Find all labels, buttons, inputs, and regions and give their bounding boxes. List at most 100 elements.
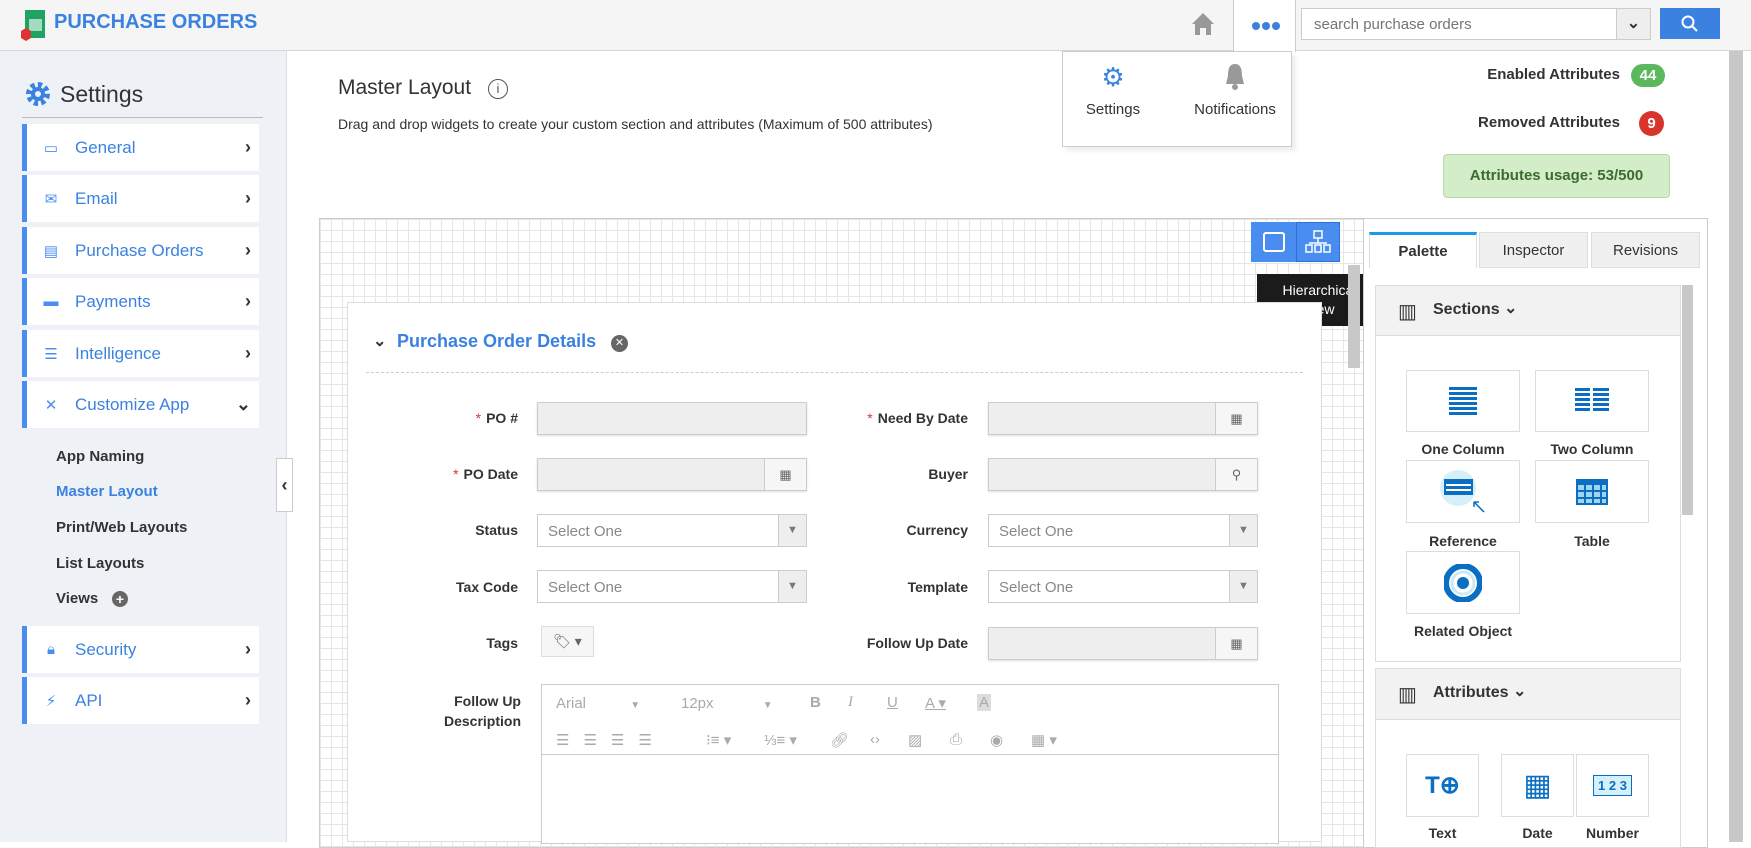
remove-section-icon[interactable]: ✕ bbox=[611, 335, 628, 352]
chevron-down-icon[interactable]: ⌄ bbox=[373, 331, 386, 351]
field-label-status: Status bbox=[475, 522, 518, 538]
enabled-attributes-label: Enabled Attributes bbox=[1487, 66, 1620, 83]
tile-related-object[interactable] bbox=[1406, 551, 1520, 614]
popover-notifications[interactable]: Notifications bbox=[1185, 62, 1285, 118]
tile-date[interactable]: ▦ bbox=[1501, 754, 1574, 817]
font-color-icon[interactable]: A ▾ bbox=[925, 694, 946, 712]
preview-icon[interactable]: ◉ bbox=[990, 731, 1003, 749]
calendar-icon: ▦ bbox=[1523, 769, 1552, 802]
sidebar-item-label: Customize App bbox=[75, 394, 190, 414]
template-select[interactable]: Select One ▼ bbox=[988, 570, 1258, 603]
attributes-header[interactable]: ▥ Attributes ⌄ bbox=[1375, 668, 1681, 720]
search-icon[interactable]: ⚲ bbox=[1215, 459, 1257, 490]
sections-header[interactable]: ▥ Sections ⌄ bbox=[1375, 285, 1681, 336]
chevron-right-icon: › bbox=[245, 343, 251, 363]
popover-settings[interactable]: ⚙ Settings bbox=[1073, 62, 1153, 118]
po-number-input[interactable] bbox=[537, 402, 807, 435]
collapse-sidebar-button[interactable]: ‹ bbox=[276, 458, 293, 512]
tag-icon: 🏷︎ bbox=[553, 633, 571, 649]
bold-icon[interactable]: B bbox=[810, 694, 821, 711]
hierarchy-icon bbox=[1305, 230, 1331, 253]
two-column-icon bbox=[1575, 388, 1609, 411]
tile-table[interactable] bbox=[1535, 460, 1649, 523]
align-icons[interactable]: ☰☰☰☰ bbox=[556, 731, 666, 749]
buyer-input[interactable]: ⚲ bbox=[988, 458, 1258, 491]
sidebar-item-email[interactable]: ✉ Email › bbox=[22, 175, 259, 222]
calendar-icon[interactable]: ▦ bbox=[1215, 403, 1257, 434]
chevron-down-icon: ⌄ bbox=[1626, 15, 1641, 32]
search-scope-dropdown[interactable]: ⌄ bbox=[1616, 8, 1651, 40]
bullet-list-icon[interactable]: ⁝≡ ▾ bbox=[706, 731, 731, 749]
chevron-left-icon: ‹ bbox=[281, 475, 288, 495]
need-by-date-input[interactable]: ▦ bbox=[988, 402, 1258, 435]
chevron-right-icon: › bbox=[245, 639, 251, 659]
tile-one-column[interactable] bbox=[1406, 370, 1520, 432]
numbered-list-icon[interactable]: ⅓≡ ▾ bbox=[764, 731, 797, 749]
currency-select[interactable]: Select One ▼ bbox=[988, 514, 1258, 547]
field-label-need-by-date: * Need By Date bbox=[867, 410, 968, 426]
caret-down-icon: ▼ bbox=[778, 515, 806, 546]
removed-count-badge: 9 bbox=[1639, 111, 1664, 136]
highlight-color-icon[interactable]: A bbox=[977, 694, 992, 711]
page-scrollbar[interactable] bbox=[1729, 51, 1743, 842]
sidebar-item-purchase-orders[interactable]: ▤ Purchase Orders › bbox=[22, 227, 259, 274]
sidebar-subitem-views[interactable]: Views bbox=[56, 590, 98, 607]
sidebar-item-security[interactable]: 🔒︎ Security › bbox=[22, 626, 259, 673]
status-select[interactable]: Select One ▼ bbox=[537, 514, 807, 547]
palette-scrollbar[interactable] bbox=[1682, 285, 1693, 515]
sidebar-subitem-print-web-layouts[interactable]: Print/Web Layouts bbox=[56, 519, 187, 536]
desktop-view-button[interactable] bbox=[1251, 222, 1296, 262]
tile-two-column[interactable] bbox=[1535, 370, 1649, 432]
tile-text[interactable]: T⊕ bbox=[1406, 754, 1479, 817]
more-menu-popover: ⚙ Settings Notifications bbox=[1062, 51, 1292, 147]
italic-icon[interactable]: I bbox=[848, 694, 853, 711]
ellipsis-icon bbox=[1252, 22, 1280, 30]
tab-revisions[interactable]: Revisions bbox=[1591, 232, 1700, 268]
hierarchical-view-button[interactable] bbox=[1296, 222, 1340, 262]
sidebar-item-customize-app[interactable]: ✕ Customize App ⌄ bbox=[22, 381, 259, 428]
chevron-down-icon: ⌄ bbox=[1513, 683, 1527, 700]
canvas-scrollbar[interactable] bbox=[1348, 265, 1360, 368]
chevron-down-icon: ⌄ bbox=[235, 394, 251, 414]
table-icon[interactable]: ▦ ▾ bbox=[1031, 731, 1057, 749]
more-menu-button[interactable] bbox=[1233, 0, 1296, 52]
follow-up-date-input[interactable]: ▦ bbox=[988, 627, 1258, 660]
page-subtitle: Drag and drop widgets to create your cus… bbox=[338, 116, 933, 132]
po-date-input[interactable]: ▦ bbox=[537, 458, 807, 491]
popover-notifications-label: Notifications bbox=[1194, 101, 1276, 118]
tab-inspector[interactable]: Inspector bbox=[1479, 232, 1588, 268]
tile-reference[interactable] bbox=[1406, 460, 1520, 523]
home-icon[interactable] bbox=[1190, 11, 1216, 37]
sidebar-item-general[interactable]: ▭ General › bbox=[22, 124, 259, 171]
caret-down-icon: ▼ bbox=[1229, 571, 1257, 602]
sidebar-item-api[interactable]: ⚡︎ API › bbox=[22, 677, 259, 724]
font-size-select[interactable]: 12px ▼ bbox=[681, 695, 773, 712]
sidebar-subitem-app-naming[interactable]: App Naming bbox=[56, 448, 144, 465]
tile-number[interactable]: 1 2 3 bbox=[1576, 754, 1649, 817]
rich-text-editor[interactable]: Arial ▼ 12px ▼ B I U A ▾ A ☰☰☰☰ ⁝≡ ▾ ⅓≡ … bbox=[541, 684, 1279, 844]
font-family-select[interactable]: Arial ▼ bbox=[556, 695, 640, 712]
tab-palette[interactable]: Palette bbox=[1369, 232, 1477, 268]
calendar-icon[interactable]: ▦ bbox=[764, 459, 806, 490]
underline-icon[interactable]: U bbox=[887, 694, 898, 711]
sidebar-subitem-master-layout[interactable]: Master Layout bbox=[56, 483, 158, 500]
section-title: Purchase Order Details bbox=[397, 331, 597, 351]
attributes-usage-box: Attributes usage: 53/500 bbox=[1443, 154, 1670, 198]
code-icon[interactable]: ‹› bbox=[870, 731, 880, 748]
app-logo-icon bbox=[21, 10, 45, 41]
search-button[interactable] bbox=[1660, 8, 1720, 39]
tax-code-select[interactable]: Select One ▼ bbox=[537, 570, 807, 603]
info-icon[interactable]: i bbox=[488, 79, 508, 99]
list-icon: ☰ bbox=[44, 345, 58, 363]
calendar-icon[interactable]: ▦ bbox=[1215, 628, 1257, 659]
sidebar-item-intelligence[interactable]: ☰ Intelligence › bbox=[22, 330, 259, 377]
search-input[interactable] bbox=[1301, 8, 1617, 40]
sidebar-subitem-list-layouts[interactable]: List Layouts bbox=[56, 555, 144, 572]
tags-button[interactable]: 🏷︎ ▾ bbox=[541, 626, 594, 657]
link-icon[interactable]: 🔗︎ bbox=[830, 731, 849, 749]
add-view-icon[interactable]: + bbox=[112, 591, 128, 607]
image-icon[interactable]: ▨ bbox=[908, 731, 922, 749]
print-icon[interactable]: ⎙ bbox=[950, 731, 962, 748]
number-blocks-icon: 1 2 3 bbox=[1593, 775, 1632, 796]
sidebar-item-payments[interactable]: ▬ Payments › bbox=[22, 278, 259, 325]
